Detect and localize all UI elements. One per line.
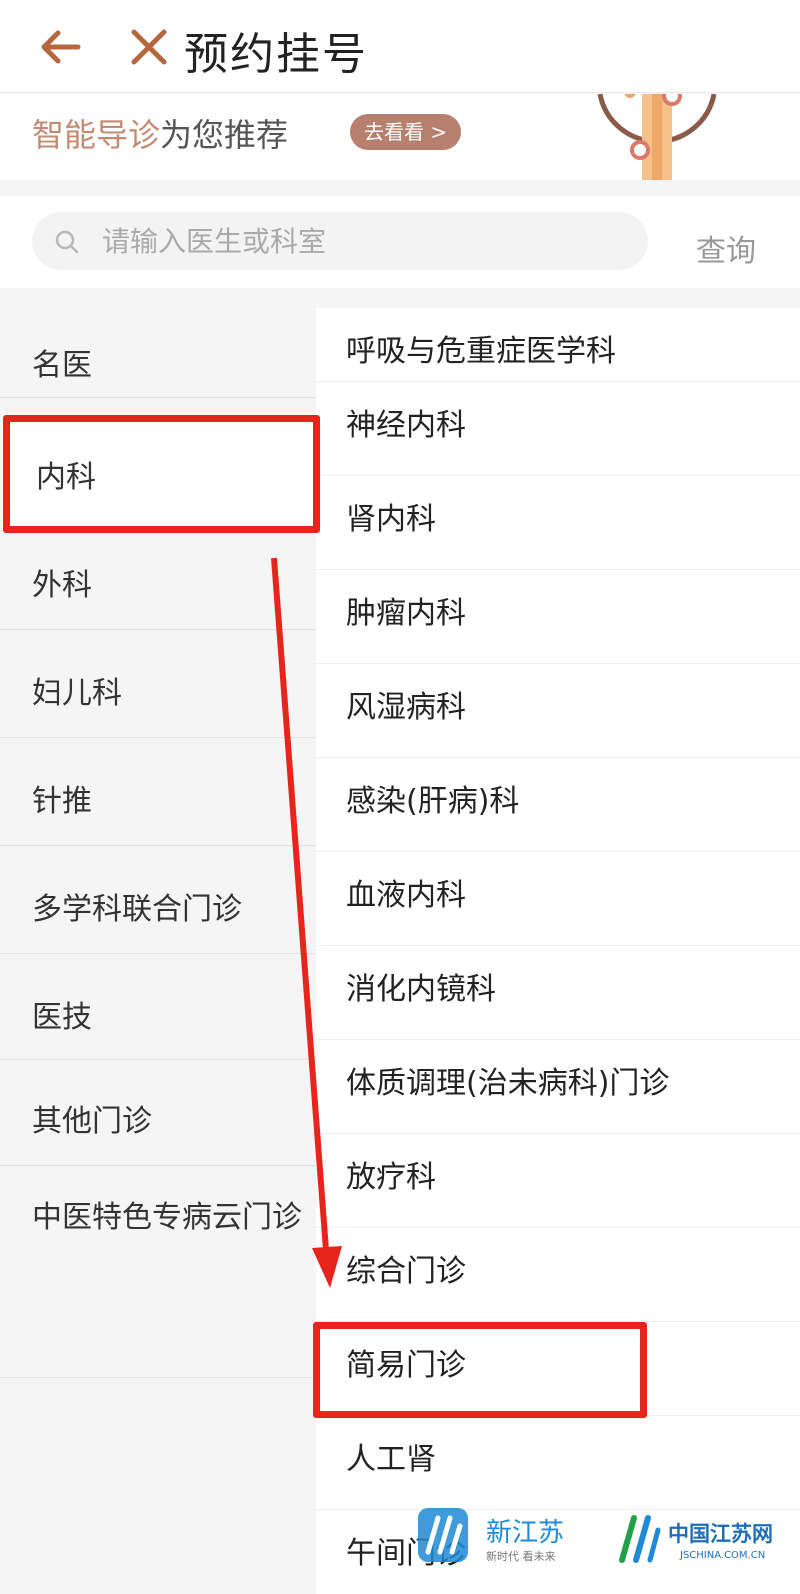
department-item-simple-clinic[interactable]: 简易门诊 [316, 1322, 800, 1416]
department-label: 体质调理(治未病科)门诊 [346, 1066, 670, 1101]
department-list: 呼吸与危重症医学科 神经内科 肾内科 肿瘤内科 风湿病科 感染(肝病)科 血液内… [316, 308, 800, 1594]
category-label: 多学科联合门诊 [32, 892, 242, 927]
department-label: 人工肾 [346, 1442, 436, 1477]
watermark-jschina: 中国江苏网 JSCHINA.COM.CN [612, 1498, 800, 1594]
arrow-left-icon [41, 30, 81, 64]
department-label: 感染(肝病)科 [346, 784, 520, 819]
category-label: 名医 [32, 348, 92, 383]
smart-guide-banner[interactable]: 智能导诊为您推荐 去看看 > [0, 94, 800, 180]
jschina-name: 中国江苏网 [668, 1521, 773, 1546]
department-label: 风湿病科 [346, 690, 466, 725]
department-label: 简易门诊 [346, 1348, 466, 1383]
banner-highlight: 智能导诊 [32, 116, 161, 154]
department-label: 肿瘤内科 [346, 596, 466, 631]
department-item[interactable]: 感染(肝病)科 [316, 758, 800, 852]
department-item[interactable]: 血液内科 [316, 852, 800, 946]
department-item[interactable]: 综合门诊 [316, 1228, 800, 1322]
jschina-url: JSCHINA.COM.CN [680, 1550, 766, 1561]
category-item-surgery[interactable]: 外科 [0, 530, 316, 630]
category-item-famous-doctors[interactable]: 名医 [0, 290, 316, 398]
jschina-logo-icon [619, 1515, 661, 1563]
department-label: 放疗科 [346, 1160, 436, 1195]
department-item[interactable]: 呼吸与危重症医学科 [316, 308, 800, 382]
page-title: 预约挂号 [184, 29, 368, 80]
category-item-other-clinics[interactable]: 其他门诊 [0, 1060, 316, 1166]
banner-text: 智能导诊为您推荐 [32, 110, 288, 156]
category-item-acupuncture-massage[interactable]: 针推 [0, 738, 316, 846]
search-box[interactable] [32, 212, 648, 270]
category-label: 妇儿科 [32, 676, 122, 711]
category-label: 外科 [32, 568, 92, 603]
xinjiangsu-name: 新江苏 [486, 1518, 565, 1548]
department-label: 神经内科 [346, 408, 466, 443]
department-item[interactable]: 放疗科 [316, 1134, 800, 1228]
xinjiangsu-logo-icon [418, 1508, 468, 1562]
query-button[interactable]: 查询 [696, 226, 756, 270]
department-label: 血液内科 [346, 878, 466, 913]
search-icon [55, 230, 79, 254]
back-button[interactable] [36, 22, 86, 72]
category-item-medical-tech[interactable]: 医技 [0, 954, 316, 1060]
category-sidebar: 名医 内科 外科 妇儿科 针推 多学科联合门诊 医技 其他门诊 中医特色专病云门… [0, 290, 316, 1594]
search-bar: 查询 [0, 196, 800, 288]
category-label: 中医特色专病云门诊 [32, 1200, 302, 1235]
category-item-gynecology-pediatrics[interactable]: 妇儿科 [0, 630, 316, 738]
category-label: 医技 [32, 1000, 92, 1035]
watermark-xinjiangsu: 新江苏 新时代 看未来 [410, 1498, 580, 1594]
department-item[interactable]: 神经内科 [316, 382, 800, 476]
category-label: 其他门诊 [32, 1104, 152, 1139]
department-item[interactable]: 消化内镜科 [316, 946, 800, 1040]
close-x-icon [131, 29, 167, 65]
department-label: 综合门诊 [346, 1254, 466, 1289]
category-label: 内科 [36, 460, 96, 495]
department-item[interactable]: 人工肾 [316, 1416, 800, 1510]
top-bar: 预约挂号 [0, 0, 800, 93]
see-button[interactable]: 去看看 > [350, 114, 462, 150]
category-item-internal-medicine[interactable]: 内科 [0, 418, 316, 530]
department-label: 消化内镜科 [346, 972, 496, 1007]
guide-illustration-icon [597, 94, 717, 180]
banner-subtext: 为您推荐 [160, 116, 289, 154]
category-item-tcm-cloud-clinic[interactable]: 中医特色专病云门诊 [0, 1166, 316, 1378]
department-item[interactable]: 肿瘤内科 [316, 570, 800, 664]
category-label: 针推 [32, 784, 92, 819]
category-item-multidisciplinary[interactable]: 多学科联合门诊 [0, 846, 316, 954]
close-button[interactable] [124, 22, 174, 72]
department-label: 肾内科 [346, 502, 436, 537]
department-label: 呼吸与危重症医学科 [346, 334, 616, 369]
xinjiangsu-tagline: 新时代 看未来 [486, 1550, 556, 1563]
department-item[interactable]: 体质调理(治未病科)门诊 [316, 1040, 800, 1134]
search-input[interactable] [102, 212, 622, 270]
department-item[interactable]: 肾内科 [316, 476, 800, 570]
department-item[interactable]: 风湿病科 [316, 664, 800, 758]
